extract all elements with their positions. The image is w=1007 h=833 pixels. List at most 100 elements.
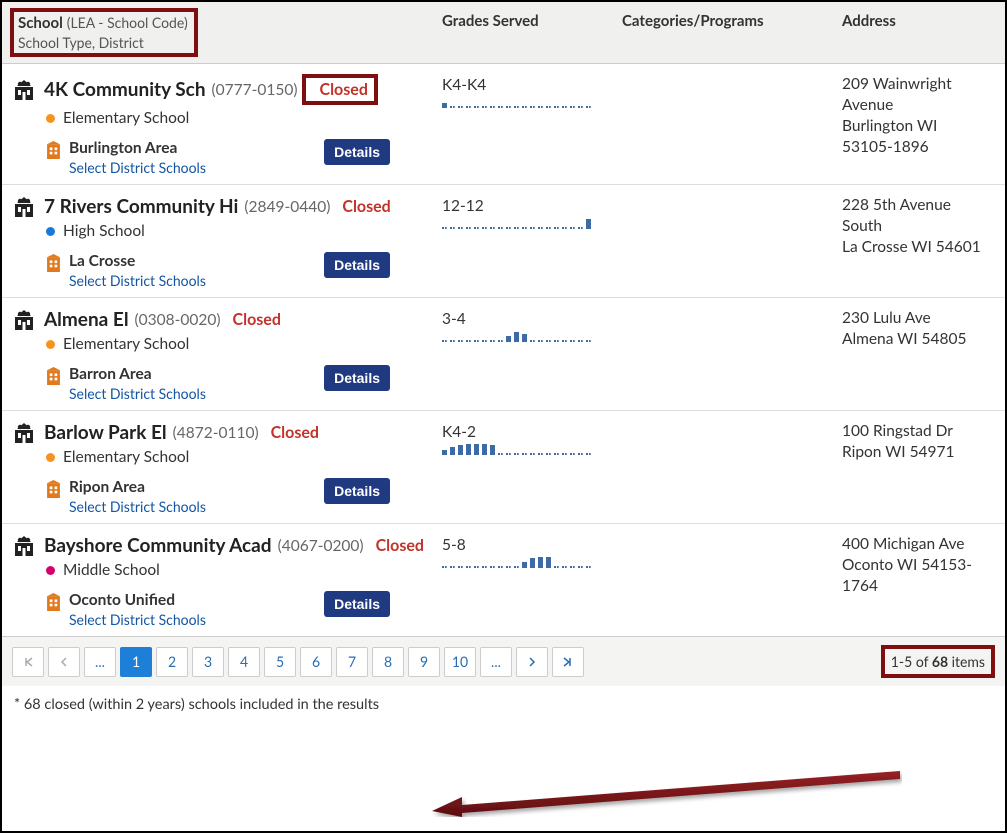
school-name[interactable]: 4K Community Sch: [44, 78, 206, 101]
address-cell: 400 Michigan AveOconto WI 54153-1764: [842, 534, 987, 628]
pagination-bar: ...12345678910... 1-5 of 68 items: [2, 636, 1005, 686]
type-dot-icon: [46, 227, 55, 236]
page-3-button[interactable]: 3: [192, 647, 224, 677]
school-icon: [12, 535, 36, 557]
grade-sparkline: [442, 441, 622, 455]
page-info-post: items: [948, 653, 985, 670]
building-icon: [46, 254, 61, 271]
page-5-button[interactable]: 5: [264, 647, 296, 677]
header-school[interactable]: School: [18, 14, 63, 32]
address-cell: 230 Lulu AveAlmena WI 54805: [842, 308, 987, 402]
page-info-pre: 1-5 of: [891, 653, 932, 670]
details-button[interactable]: Details: [324, 365, 390, 391]
header-address[interactable]: Address: [842, 8, 992, 57]
closed-footnote: * 68 closed (within 2 years) schools inc…: [2, 686, 1005, 719]
categories-cell: [622, 534, 842, 628]
grade-sparkline: [442, 94, 622, 108]
page-ellipsis-left[interactable]: ...: [84, 647, 116, 677]
details-button[interactable]: Details: [324, 139, 390, 165]
lea-code: (0308-0020): [135, 311, 221, 329]
page-last-button[interactable]: [552, 647, 584, 677]
page-1-button[interactable]: 1: [120, 647, 152, 677]
closed-badge: Closed: [271, 423, 319, 442]
building-icon: [46, 141, 61, 158]
closed-badge: Closed: [320, 80, 368, 99]
page-first-button: [12, 647, 44, 677]
annotation-arrow: [432, 767, 902, 817]
page-8-button[interactable]: 8: [372, 647, 404, 677]
header-school-highlight: School (LEA - School Code) School Type, …: [10, 8, 198, 57]
school-type: High School: [63, 222, 145, 240]
page-7-button[interactable]: 7: [336, 647, 368, 677]
select-district-link[interactable]: Select District Schools: [69, 159, 206, 176]
categories-cell: [622, 308, 842, 402]
page-4-button[interactable]: 4: [228, 647, 260, 677]
address-cell: 100 Ringstad DrRipon WI 54971: [842, 421, 987, 515]
page-10-button[interactable]: 10: [444, 647, 476, 677]
district-name[interactable]: Ripon Area: [69, 478, 206, 496]
school-name[interactable]: Barlow Park El: [44, 421, 167, 444]
school-type: Elementary School: [63, 448, 189, 466]
school-type: Elementary School: [63, 109, 189, 127]
type-dot-icon: [46, 340, 55, 349]
header-categories[interactable]: Categories/Programs: [622, 8, 842, 57]
page-9-button[interactable]: 9: [408, 647, 440, 677]
address-cell: 228 5th Avenue SouthLa Crosse WI 54601: [842, 195, 987, 289]
district-name[interactable]: Burlington Area: [69, 139, 206, 157]
district-name[interactable]: La Crosse: [69, 252, 206, 270]
grades-served: 12-12: [442, 197, 622, 215]
grade-sparkline: [442, 215, 622, 229]
building-icon: [46, 480, 61, 497]
school-type: Middle School: [63, 561, 160, 579]
type-dot-icon: [46, 114, 55, 123]
district-name[interactable]: Barron Area: [69, 365, 206, 383]
school-icon: [12, 79, 36, 101]
page-ellipsis-right[interactable]: ...: [480, 647, 512, 677]
header-school-sub: (LEA - School Code): [67, 14, 188, 31]
school-row: Bayshore Community Acad(4067-0200)Closed…: [2, 523, 1005, 636]
grades-served: K4-K4: [442, 76, 622, 94]
school-name[interactable]: Almena El: [44, 308, 129, 331]
select-district-link[interactable]: Select District Schools: [69, 498, 206, 515]
closed-badge: Closed: [342, 197, 390, 216]
district-name[interactable]: Oconto Unified: [69, 591, 206, 609]
school-icon: [12, 309, 36, 331]
type-dot-icon: [46, 453, 55, 462]
page-prev-button: [48, 647, 80, 677]
categories-cell: [622, 421, 842, 515]
closed-badge: Closed: [233, 310, 281, 329]
school-name[interactable]: Bayshore Community Acad: [44, 534, 272, 557]
page-next-button[interactable]: [516, 647, 548, 677]
grades-served: 5-8: [442, 536, 622, 554]
school-name[interactable]: 7 Rivers Community Hi: [44, 195, 238, 218]
school-icon: [12, 422, 36, 444]
select-district-link[interactable]: Select District Schools: [69, 611, 206, 628]
header-grades[interactable]: Grades Served: [442, 8, 622, 57]
categories-cell: [622, 195, 842, 289]
school-row: Almena El (0308-0020) Closed Elementary Sch…: [2, 297, 1005, 410]
page-2-button[interactable]: 2: [156, 647, 188, 677]
building-icon: [46, 593, 61, 610]
closed-highlight: Closed: [302, 74, 378, 105]
select-district-link[interactable]: Select District Schools: [69, 385, 206, 402]
grades-served: K4-2: [442, 423, 622, 441]
details-button[interactable]: Details: [324, 478, 390, 504]
grades-served: 3-4: [442, 310, 622, 328]
lea-code: (2849-0440): [244, 198, 330, 216]
address-cell: 209 Wainwright AvenueBurlington WI 53105…: [842, 74, 987, 176]
page-info-total: 68: [932, 653, 948, 670]
column-header-row: School (LEA - School Code) School Type, …: [2, 2, 1005, 64]
details-button[interactable]: Details: [324, 591, 390, 617]
school-row: 7 Rivers Community Hi (2849-0440) Closed Hi…: [2, 184, 1005, 297]
closed-badge: Closed: [376, 536, 424, 555]
grade-sparkline: [442, 328, 622, 342]
details-button[interactable]: Details: [324, 252, 390, 278]
lea-code: (4872-0110): [173, 424, 259, 442]
page-info: 1-5 of 68 items: [881, 645, 995, 678]
school-type: Elementary School: [63, 335, 189, 353]
school-row: Barlow Park El (4872-0110) Closed Elementar…: [2, 410, 1005, 523]
select-district-link[interactable]: Select District Schools: [69, 272, 206, 289]
grade-sparkline: [442, 554, 622, 568]
school-row: 4K Community Sch(0777-0150)ClosedElement…: [2, 64, 1005, 184]
page-6-button[interactable]: 6: [300, 647, 332, 677]
